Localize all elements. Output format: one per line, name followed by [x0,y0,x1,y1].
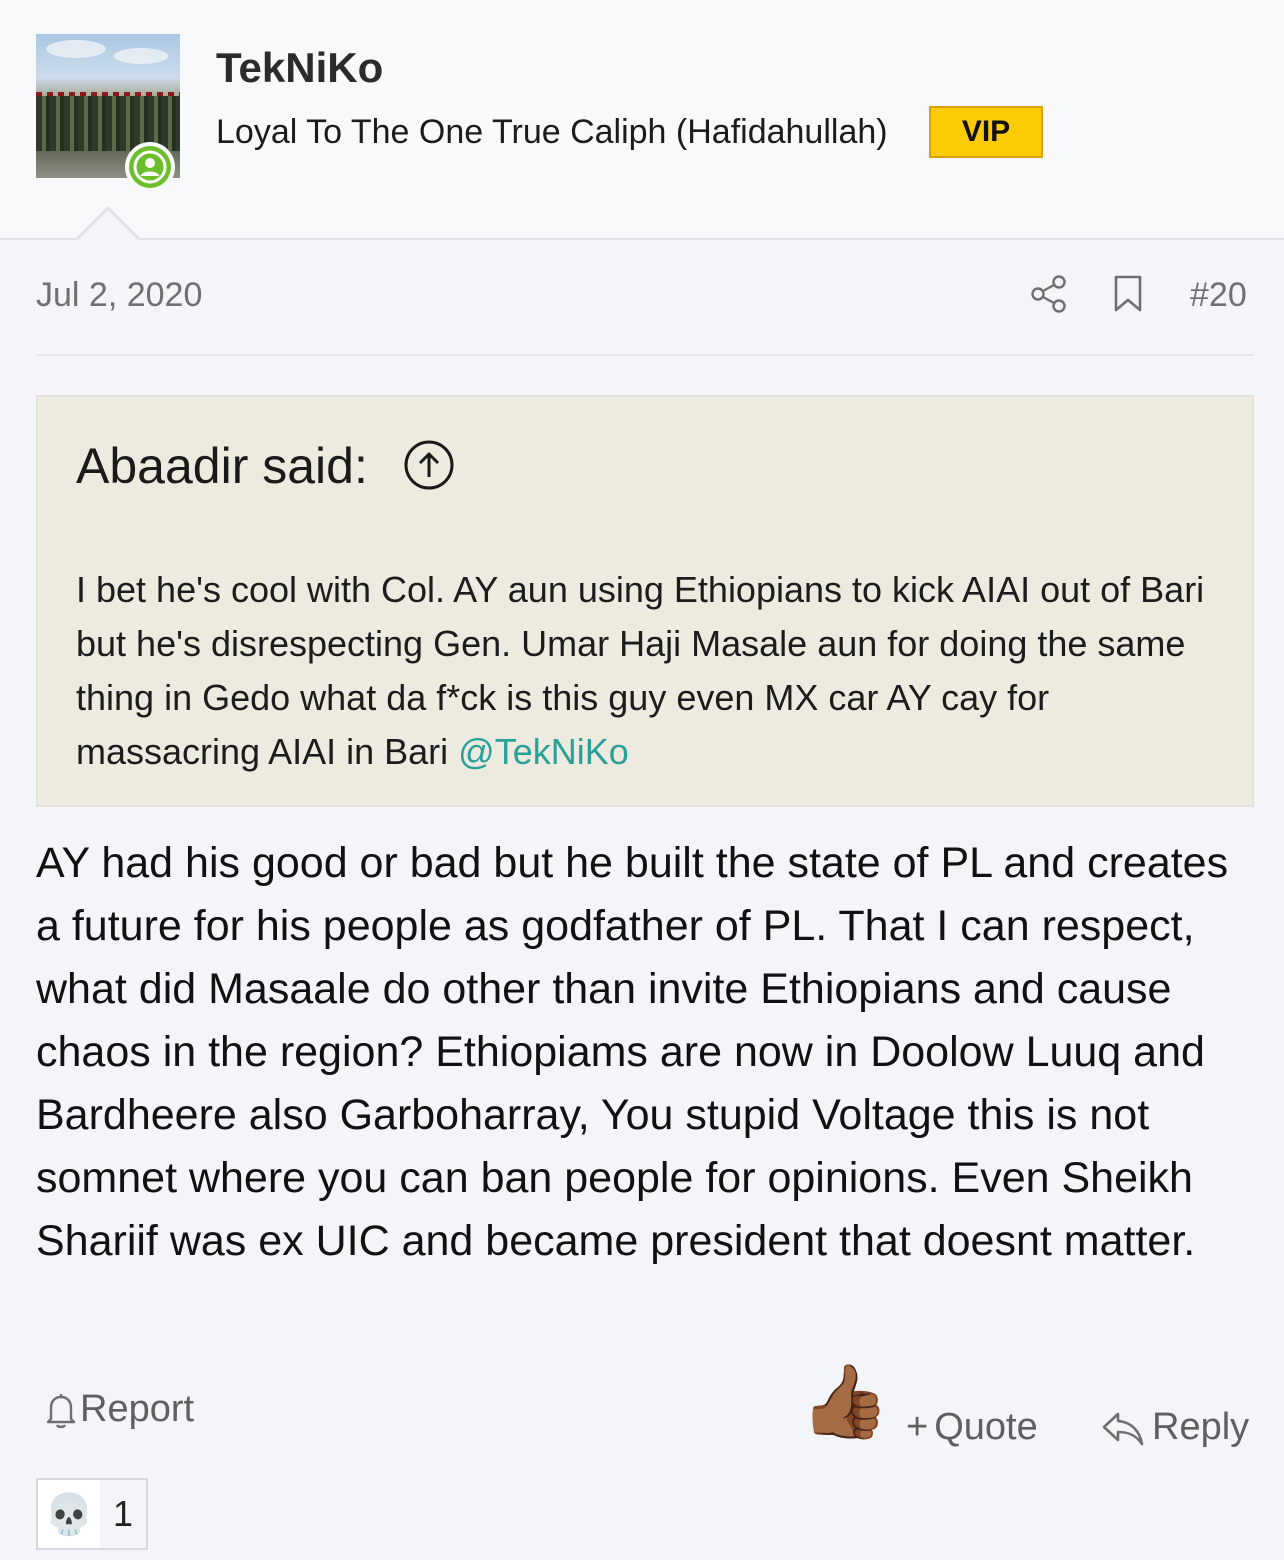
post-date[interactable]: Jul 2, 2020 [36,276,202,315]
user-header: TekNiKo Loyal To The One True Caliph (Ha… [0,0,1284,240]
quote-text: I bet he's cool with Col. AY aun using E… [76,563,1216,779]
plus-icon: + [906,1406,929,1448]
arrow-up-circle-icon[interactable] [403,439,455,496]
user-mention[interactable]: @TekNiKo [458,731,629,772]
post-number[interactable]: #20 [1190,276,1247,315]
bookmark-icon[interactable] [1112,274,1144,319]
bell-icon [46,1393,76,1428]
share-icon[interactable] [1030,274,1068,319]
like-button[interactable]: 👍🏾 [800,1366,890,1438]
reply-label: Reply [1152,1406,1250,1448]
post-body: AY had his good or bad but he built the … [36,839,1229,1265]
reaction-count: 1 [112,1493,134,1534]
quote-text-content: I bet he's cool with Col. AY aun using E… [76,569,1205,772]
quote-author[interactable]: Abaadir said: [76,437,368,495]
reaction-summary[interactable]: 💀 1 [36,1478,148,1550]
quote-label: Quote [934,1406,1038,1448]
skull-reaction-icon: 💀 [38,1480,100,1548]
divider [36,354,1254,356]
vip-badge: VIP [929,106,1043,158]
report-button[interactable]: Report [42,1388,194,1431]
reply-button[interactable]: Reply [1100,1406,1249,1449]
report-label: Report [80,1388,195,1430]
user-title: Loyal To The One True Caliph (Hafidahull… [216,113,888,151]
online-status-icon [125,142,175,192]
reply-arrow-icon [1102,1412,1144,1445]
username[interactable]: TekNiKo [216,44,383,92]
quote-button[interactable]: + Quote [906,1406,1038,1449]
quote-block: Abaadir said: I bet he's cool with Col. … [36,395,1254,807]
